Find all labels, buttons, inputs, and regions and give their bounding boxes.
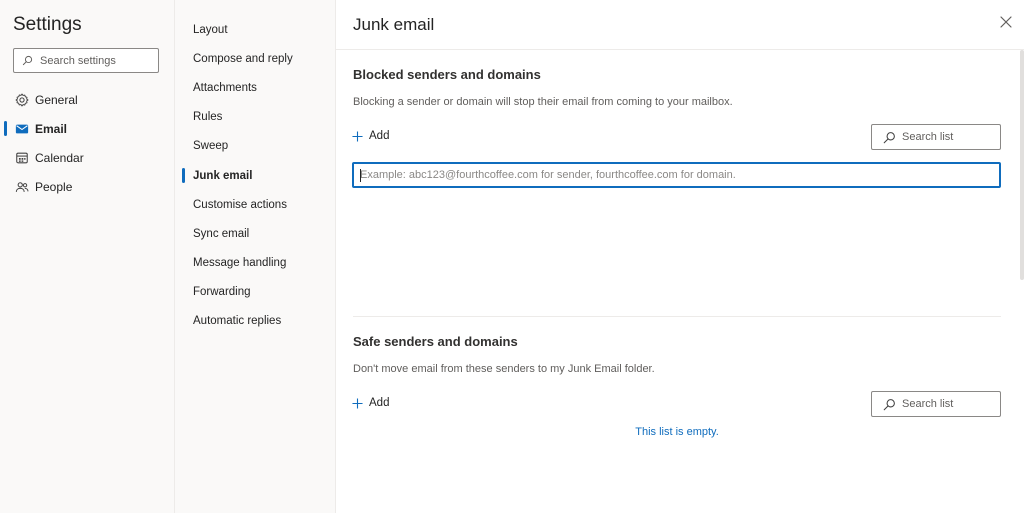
category-sync-email[interactable]: Sync email — [175, 219, 336, 248]
safe-search-list[interactable]: Search list — [871, 391, 1001, 417]
blocked-section-title: Blocked senders and domains — [353, 67, 541, 82]
category-message-handling[interactable]: Message handling — [175, 249, 336, 278]
nav-item-label: People — [35, 179, 73, 194]
settings-title: Settings — [13, 14, 82, 35]
category-forwarding[interactable]: Forwarding — [175, 278, 336, 307]
safe-list-empty-text: This list is empty. — [635, 426, 719, 438]
blocked-search-list[interactable]: Search list — [871, 124, 1001, 150]
blocked-sender-input[interactable] — [360, 169, 990, 181]
category-junk-email[interactable]: Junk email — [175, 161, 336, 190]
close-icon — [1000, 15, 1012, 33]
category-attachments[interactable]: Attachments — [175, 73, 336, 102]
category-compose-and-reply[interactable]: Compose and reply — [175, 44, 336, 73]
category-layout[interactable]: Layout — [175, 15, 336, 44]
search-settings-input[interactable] — [40, 54, 158, 67]
nav-item-label: Calendar — [35, 150, 84, 165]
header-divider — [336, 49, 1024, 50]
plus-icon — [351, 130, 363, 142]
people-icon — [15, 180, 29, 194]
settings-nav: General Email Calendar People — [0, 85, 175, 201]
blocked-search-placeholder: Search list — [902, 131, 954, 143]
email-categories-pane: Layout Compose and reply Attachments Rul… — [175, 0, 336, 513]
nav-item-email[interactable]: Email — [0, 114, 175, 143]
search-icon — [21, 54, 34, 68]
nav-item-general[interactable]: General — [0, 85, 175, 114]
search-icon — [882, 397, 896, 411]
category-list: Layout Compose and reply Attachments Rul… — [175, 15, 336, 336]
calendar-icon — [15, 151, 29, 165]
page-title: Junk email — [353, 15, 435, 34]
scrollbar[interactable] — [1020, 50, 1024, 280]
section-divider — [353, 316, 1001, 317]
gear-icon — [15, 93, 29, 107]
blocked-add-button[interactable]: Add — [351, 130, 389, 142]
settings-pane: Settings General Email Calendar — [0, 0, 175, 513]
blocked-sender-input-box[interactable] — [352, 162, 1001, 188]
search-icon — [882, 130, 896, 144]
safe-search-placeholder: Search list — [902, 398, 954, 410]
category-sweep[interactable]: Sweep — [175, 132, 336, 161]
junk-email-settings-panel: Junk email Blocked senders and domains B… — [336, 0, 1024, 513]
nav-item-people[interactable]: People — [0, 172, 175, 201]
safe-section-description: Don't move email from these senders to m… — [353, 363, 655, 375]
safe-add-label: Add — [369, 397, 390, 409]
nav-item-calendar[interactable]: Calendar — [0, 143, 175, 172]
category-customise-actions[interactable]: Customise actions — [175, 190, 336, 219]
blocked-section-description: Blocking a sender or domain will stop th… — [353, 96, 733, 108]
nav-item-label: General — [35, 92, 78, 107]
plus-icon — [351, 397, 363, 409]
text-caret — [360, 169, 361, 182]
mail-icon — [15, 122, 29, 136]
safe-section-title: Safe senders and domains — [353, 334, 518, 349]
safe-add-button[interactable]: Add — [351, 397, 389, 409]
blocked-add-label: Add — [369, 130, 390, 142]
search-settings-box[interactable] — [13, 48, 159, 73]
category-automatic-replies[interactable]: Automatic replies — [175, 307, 336, 336]
close-button[interactable] — [998, 16, 1014, 32]
category-rules[interactable]: Rules — [175, 103, 336, 132]
nav-item-label: Email — [35, 121, 68, 136]
